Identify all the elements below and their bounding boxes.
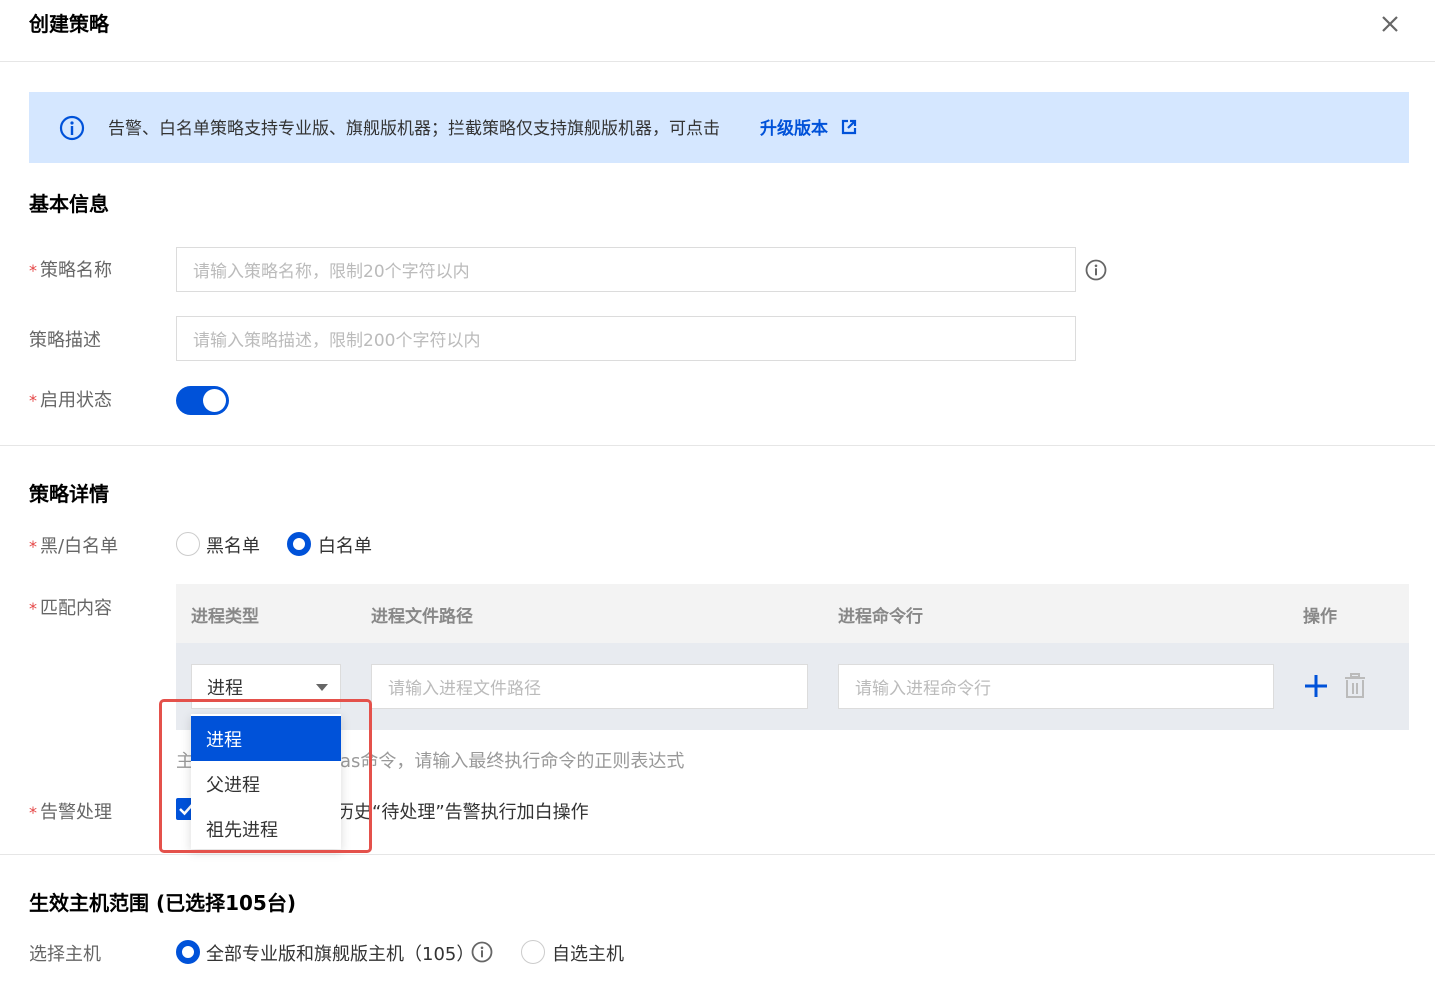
external-link-icon[interactable] xyxy=(841,119,857,135)
policy-name-label: * 策略名称 xyxy=(29,256,112,282)
radio-custom-hosts[interactable] xyxy=(521,940,545,964)
radio-blacklist[interactable] xyxy=(176,532,200,556)
policy-desc-label: 策略描述 xyxy=(29,330,101,351)
caret-down-icon xyxy=(316,684,328,691)
column-header: 进程命令行 xyxy=(838,607,923,627)
process-type-value: 进程 xyxy=(207,677,243,699)
scope-title: 生效主机范围 (已选择105台) xyxy=(29,891,296,915)
info-icon[interactable] xyxy=(1085,259,1107,281)
status-label: * 启用状态 xyxy=(29,386,112,412)
required-mark: * xyxy=(29,537,37,556)
alert-handling-label: * 告警处理 xyxy=(29,798,112,824)
required-mark: * xyxy=(29,599,37,618)
status-label-text: 启用状态 xyxy=(40,390,112,411)
alert-checkbox-label[interactable]: 历史“待处理”告警执行加白操作 xyxy=(336,798,589,824)
column-header: 进程类型 xyxy=(191,607,259,627)
divider xyxy=(0,854,1435,855)
radio-all-hosts-label[interactable]: 全部专业版和旗舰版主机（105） xyxy=(206,940,474,966)
list-type-label-text: 黑/白名单 xyxy=(40,536,119,557)
toggle-knob xyxy=(203,389,226,412)
process-type-dropdown: 进程 父进程 祖先进程 xyxy=(191,714,341,849)
select-host-label: 选择主机 xyxy=(29,944,101,965)
required-mark: * xyxy=(29,261,37,280)
alert-handling-label-text: 告警处理 xyxy=(40,802,112,823)
add-row-icon[interactable] xyxy=(1303,673,1329,699)
info-circle-icon xyxy=(59,115,85,141)
dialog-title: 创建策略 xyxy=(29,12,109,36)
policy-name-input[interactable]: 请输入策略名称，限制20个字符以内 xyxy=(176,247,1076,292)
process-type-select[interactable]: 进程 xyxy=(191,664,341,709)
policy-desc-input[interactable]: 请输入策略描述，限制200个字符以内 xyxy=(176,316,1076,361)
column-header: 进程文件路径 xyxy=(371,607,473,627)
match-content-label: * 匹配内容 xyxy=(29,594,112,620)
match-content-label-text: 匹配内容 xyxy=(40,598,112,619)
process-cmd-input[interactable]: 请输入进程命令行 xyxy=(838,664,1274,709)
notice-banner: 告警、白名单策略支持专业版、旗舰版机器；拦截策略仅支持旗舰版机器，可点击 升级版… xyxy=(29,92,1409,163)
basic-info-title: 基本信息 xyxy=(29,192,109,216)
policy-name-label-text: 策略名称 xyxy=(40,260,112,281)
dropdown-option-process[interactable]: 进程 xyxy=(191,716,341,761)
hint-text: as命令，请输入最终执行命令的正则表达式 xyxy=(340,751,685,772)
dropdown-option-ancestor-process[interactable]: 祖先进程 xyxy=(191,806,341,851)
column-header: 操作 xyxy=(1303,607,1337,627)
dropdown-option-parent-process[interactable]: 父进程 xyxy=(191,761,341,806)
radio-whitelist-label[interactable]: 白名单 xyxy=(318,532,372,558)
radio-whitelist[interactable] xyxy=(287,532,311,556)
radio-blacklist-label[interactable]: 黑名单 xyxy=(206,532,260,558)
dialog-header: 创建策略 xyxy=(0,0,1435,62)
required-mark: * xyxy=(29,391,37,410)
info-icon[interactable] xyxy=(471,941,493,963)
process-path-input[interactable]: 请输入进程文件路径 xyxy=(371,664,808,709)
close-icon[interactable] xyxy=(1374,8,1406,40)
table-header: 进程类型 进程文件路径 进程命令行 操作 xyxy=(176,584,1409,643)
notice-text: 告警、白名单策略支持专业版、旗舰版机器；拦截策略仅支持旗舰版机器，可点击 xyxy=(108,119,720,139)
required-mark: * xyxy=(29,803,37,822)
upgrade-link[interactable]: 升级版本 xyxy=(760,114,828,139)
status-toggle[interactable] xyxy=(176,386,229,415)
radio-custom-hosts-label[interactable]: 自选主机 xyxy=(552,940,624,966)
list-type-label: * 黑/白名单 xyxy=(29,532,118,558)
policy-detail-title: 策略详情 xyxy=(29,482,109,506)
delete-row-icon[interactable] xyxy=(1343,673,1367,699)
divider xyxy=(0,445,1435,446)
radio-all-hosts[interactable] xyxy=(176,940,200,964)
